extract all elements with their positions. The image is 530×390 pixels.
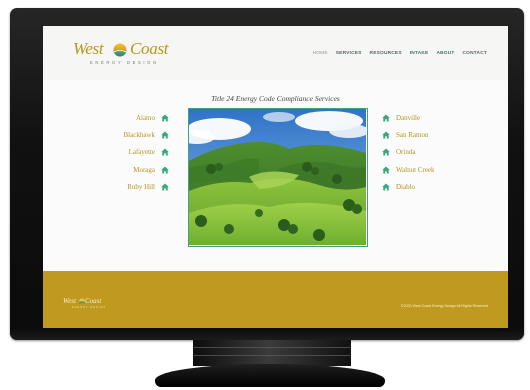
city-list-right: Danville San Ramon Orinda Walnut Creek D… — [382, 109, 472, 195]
nav-home[interactable]: HOME — [313, 51, 328, 56]
logo-tagline: ENERGY DESIGN — [90, 60, 159, 65]
site-header: West Coast ENERGY DESIGN HOME SERVICES R… — [43, 26, 508, 80]
landscape-photo — [188, 108, 368, 247]
city-name: Walnut Creek — [396, 165, 435, 174]
city-name: San Ramon — [396, 130, 429, 139]
city-name: Lafayette — [128, 148, 155, 157]
city-link[interactable]: Ruby Hill — [89, 178, 169, 195]
home-icon — [161, 183, 169, 191]
monitor-bottom-bezel — [10, 328, 524, 340]
city-name: Ruby Hill — [127, 182, 155, 191]
home-icon — [382, 148, 390, 156]
main-nav: HOME SERVICES RESOURCES INTAKE ABOUT CON… — [313, 51, 487, 56]
home-icon — [161, 131, 169, 139]
footer-logo-word-coast: Coast — [85, 297, 102, 305]
site-logo[interactable]: West Coast ENERGY DESIGN — [67, 39, 177, 75]
city-name: Blackhawk — [123, 130, 156, 139]
home-icon — [161, 114, 169, 122]
city-link[interactable]: Diablo — [382, 178, 472, 195]
monitor-screen: West Coast ENERGY DESIGN HOME SERVICES R… — [43, 26, 508, 328]
city-link[interactable]: Orinda — [382, 144, 472, 161]
nav-about[interactable]: ABOUT — [436, 51, 454, 56]
monitor-stand-neck — [193, 340, 351, 366]
sun-logo-icon — [113, 43, 127, 57]
city-name: Orinda — [396, 148, 416, 157]
city-name: Alamo — [135, 113, 155, 122]
city-link[interactable]: Blackhawk — [89, 126, 169, 143]
stand-groove — [193, 347, 351, 348]
home-icon — [161, 166, 169, 174]
nav-intake[interactable]: INTAKE — [410, 51, 429, 56]
city-link[interactable]: Walnut Creek — [382, 161, 472, 178]
city-link[interactable]: Lafayette — [89, 144, 169, 161]
city-name: Danville — [396, 113, 421, 122]
home-icon — [382, 183, 390, 191]
footer-logo-tagline: ENERGY DESIGN — [72, 306, 107, 309]
page-title: Title 24 Energy Code Compliance Services — [211, 94, 340, 103]
site-footer: West Coast ENERGY DESIGN ©2020 West Coas… — [43, 271, 508, 328]
logo-word-west: West — [73, 39, 104, 58]
copyright-text: ©2020 West Coast Energy Design All Right… — [400, 304, 488, 308]
stand-groove — [193, 355, 351, 356]
city-link[interactable]: Alamo — [89, 109, 169, 126]
city-link[interactable]: Danville — [382, 109, 472, 126]
footer-logo[interactable]: West Coast ENERGY DESIGN — [63, 297, 109, 313]
home-icon — [382, 114, 390, 122]
footer-logo-word-west: West — [63, 297, 76, 305]
city-name: Diablo — [396, 182, 416, 191]
city-link[interactable]: Moraga — [89, 161, 169, 178]
city-list-left: Alamo Blackhawk Lafayette Moraga Ruby Hi… — [89, 109, 169, 195]
logo-word-coast: Coast — [130, 39, 169, 58]
monitor-stand-base — [155, 364, 385, 387]
home-icon — [161, 148, 169, 156]
monitor-bezel: West Coast ENERGY DESIGN HOME SERVICES R… — [10, 8, 524, 340]
home-icon — [382, 166, 390, 174]
nav-resources[interactable]: RESOURCES — [370, 51, 402, 56]
nav-services[interactable]: SERVICES — [336, 51, 362, 56]
city-link[interactable]: San Ramon — [382, 126, 472, 143]
city-name: Moraga — [133, 165, 155, 174]
nav-contact[interactable]: CONTACT — [463, 51, 488, 56]
home-icon — [382, 131, 390, 139]
